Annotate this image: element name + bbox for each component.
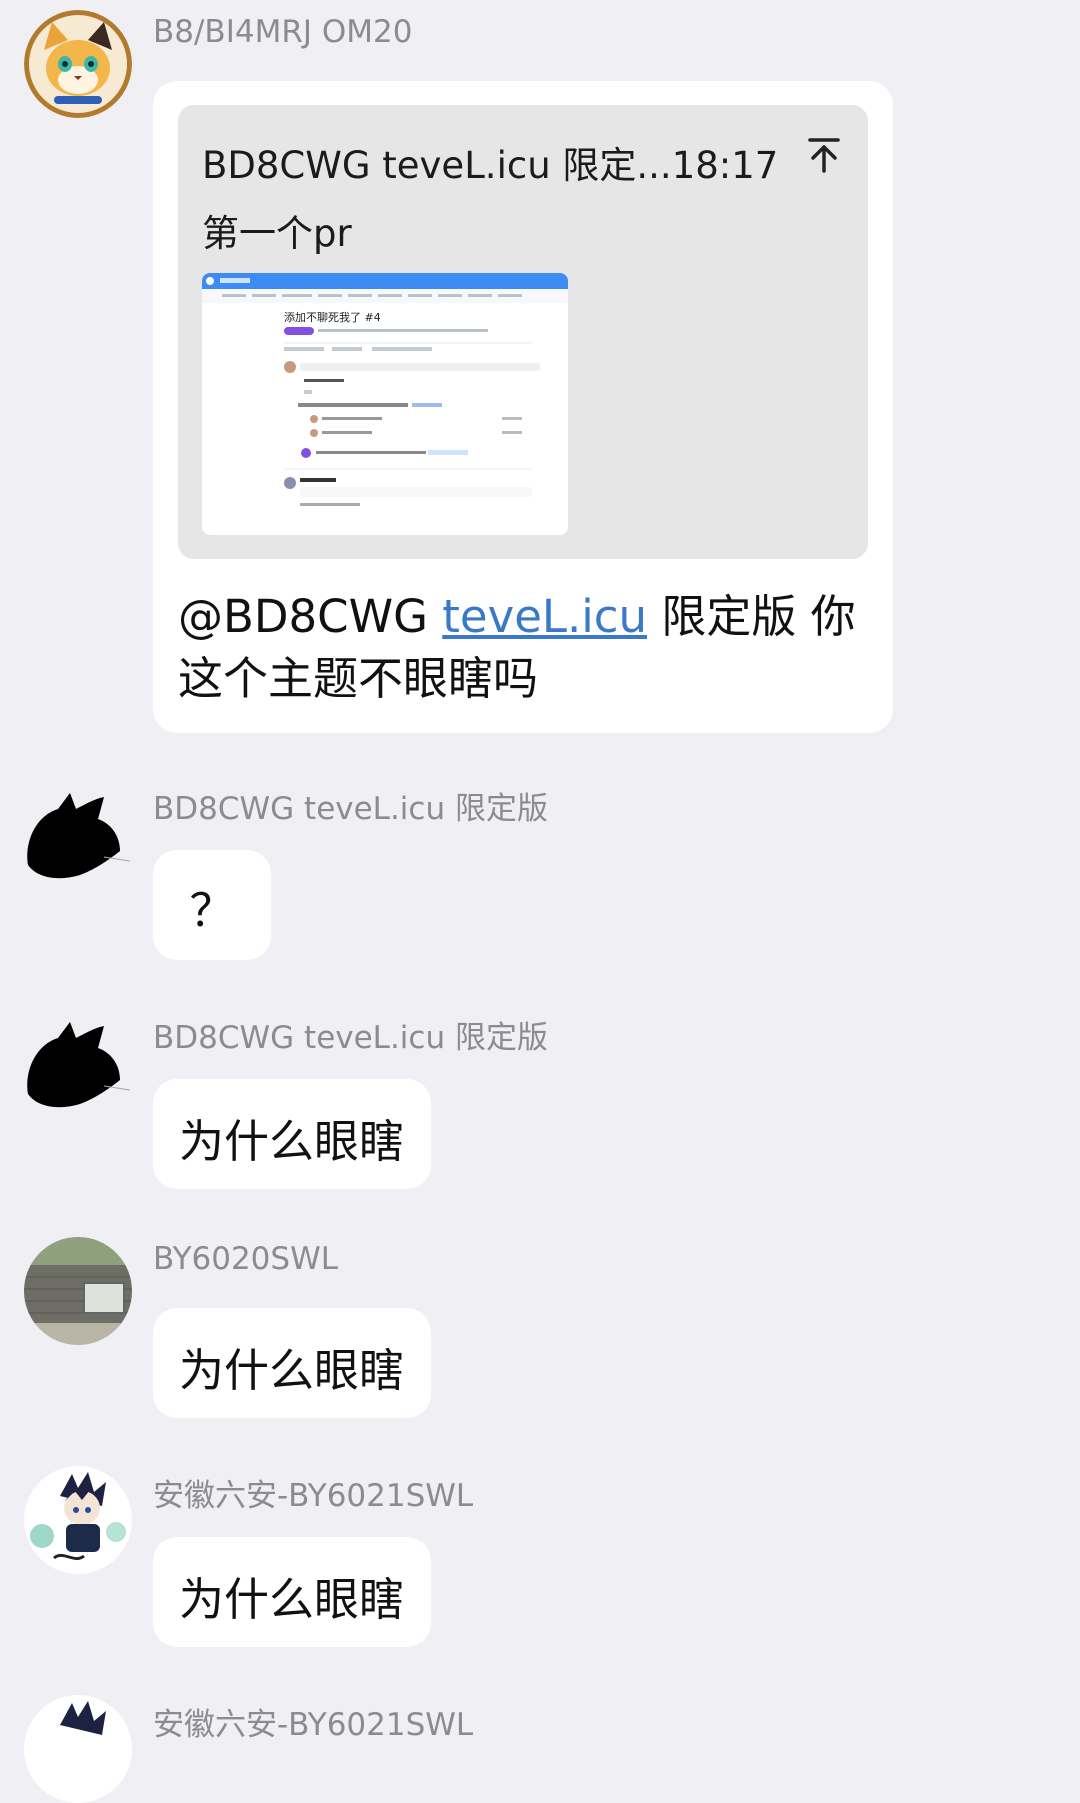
fox-avatar-icon[interactable] — [24, 10, 132, 118]
message-text: ？ — [189, 884, 235, 937]
message-bubble[interactable]: 为什么眼瞎 — [153, 1308, 431, 1418]
screenshot-thumbnail[interactable]: 添加不聊死我了 #4 — [202, 273, 568, 535]
message-text: @BD8CWG teveL.icu 限定版 你这个主题不眼瞎吗 — [178, 586, 868, 710]
message-bubble[interactable]: ？ — [153, 850, 271, 960]
sender-name[interactable]: B8/BI4MRJ OM20 — [153, 14, 412, 50]
sender-name[interactable]: BY6020SWL — [153, 1241, 338, 1277]
stone-gate-photo-icon[interactable] — [24, 1237, 132, 1345]
message-text: 为什么眼瞎 — [179, 1573, 405, 1626]
message-bubble[interactable]: 为什么眼瞎 — [153, 1537, 431, 1647]
message-bubble[interactable]: 为什么眼瞎 — [153, 1079, 431, 1189]
thumbnail-title: 添加不聊死我了 #4 — [284, 310, 381, 324]
anime-character-icon[interactable] — [24, 1466, 132, 1574]
message-text: 为什么眼瞎 — [179, 1344, 405, 1397]
sender-name[interactable]: 安徽六安-BY6021SWL — [153, 1470, 473, 1515]
mention-text: @BD8CWG — [178, 590, 443, 643]
message-link[interactable]: teveL.icu — [442, 590, 647, 643]
message-bubble[interactable]: BD8CWG teveL.icu 限定...18:17 第一个pr 添加不聊死我… — [153, 81, 893, 733]
message-text: 为什么眼瞎 — [179, 1115, 405, 1168]
quoted-message[interactable]: BD8CWG teveL.icu 限定...18:17 第一个pr 添加不聊死我… — [178, 105, 868, 559]
sender-name[interactable]: BD8CWG teveL.icu 限定版 — [153, 783, 548, 828]
quoted-message-text: 第一个pr — [202, 212, 352, 255]
quoted-message-title: BD8CWG teveL.icu 限定...18:17 — [202, 144, 779, 187]
anime-character-icon[interactable] — [24, 1695, 132, 1803]
black-cat-icon[interactable] — [24, 779, 132, 887]
sender-name[interactable]: BD8CWG teveL.icu 限定版 — [153, 1012, 548, 1057]
scroll-to-top-icon[interactable] — [804, 133, 844, 173]
sender-name[interactable]: 安徽六安-BY6021SWL — [153, 1699, 473, 1744]
black-cat-icon[interactable] — [24, 1008, 132, 1116]
